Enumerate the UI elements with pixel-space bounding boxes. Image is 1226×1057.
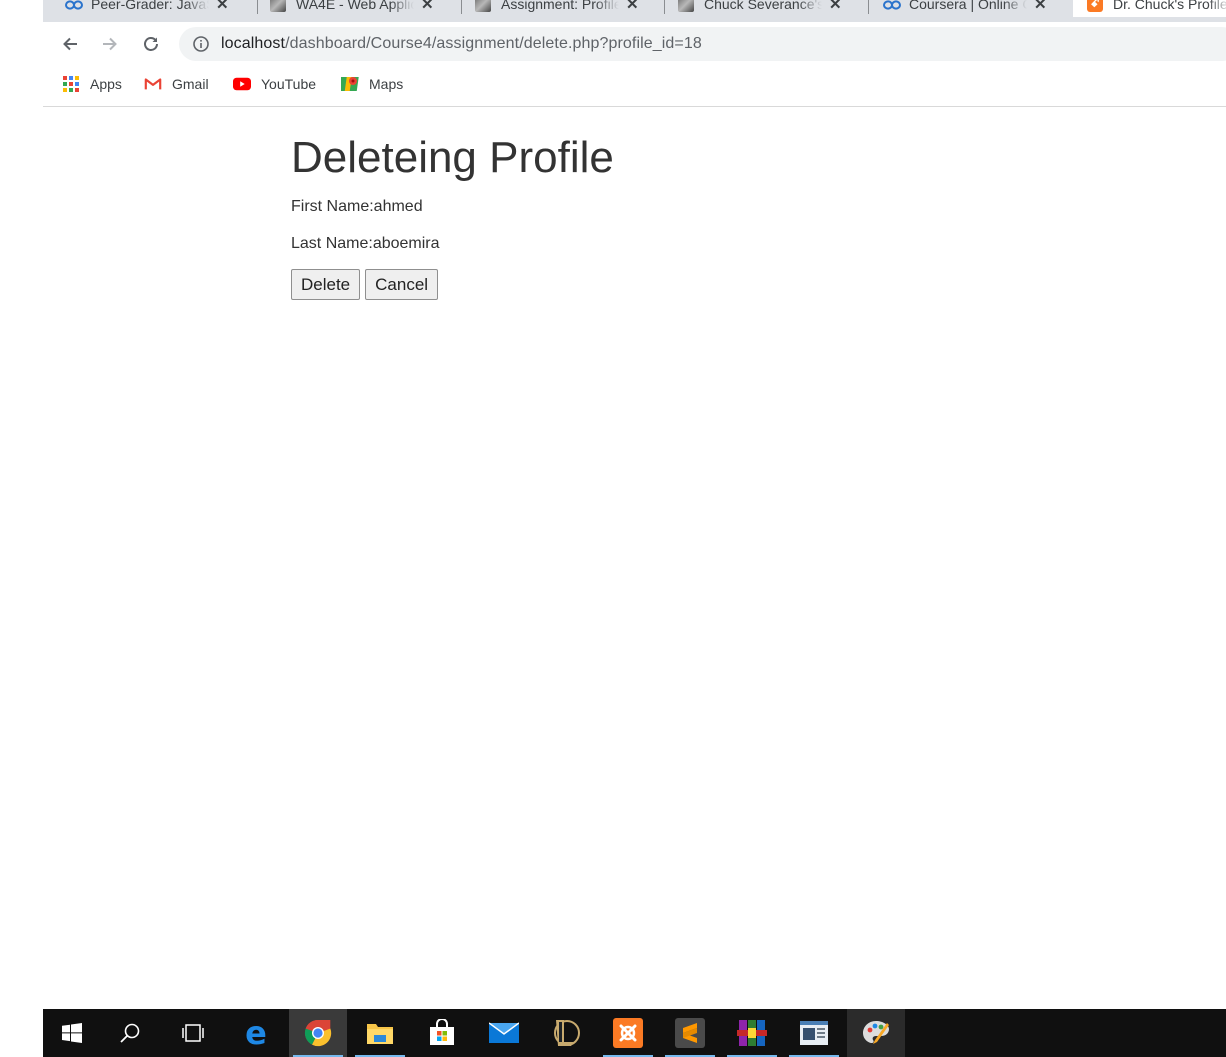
tab-chuck-severance[interactable]: Chuck Severance's ✕ xyxy=(678,0,842,17)
forward-button[interactable] xyxy=(96,30,124,58)
task-view-icon[interactable] xyxy=(164,1009,222,1057)
toolbar: localhost/dashboard/Course4/assignment/d… xyxy=(43,22,1226,66)
forward-arrow-icon xyxy=(103,37,117,51)
left-margin xyxy=(0,0,43,1057)
url-host: localhost xyxy=(221,35,286,52)
notepad-window-icon[interactable] xyxy=(785,1009,843,1057)
browser-chrome: Peer-Grader: JavaScript ✕ WA4E - Web App… xyxy=(43,0,1226,107)
tab-coursera[interactable]: Coursera | Online Courses ✕ xyxy=(883,0,1047,17)
coursera-icon xyxy=(883,0,901,12)
reload-button[interactable] xyxy=(137,30,165,58)
tab-title: Chuck Severance's xyxy=(704,0,822,12)
apps-grid-icon xyxy=(62,75,80,93)
search-icon[interactable] xyxy=(101,1009,159,1057)
youtube-icon xyxy=(233,75,251,93)
form-buttons: Delete Cancel xyxy=(291,269,614,300)
tab-title: Coursera | Online Courses xyxy=(909,0,1027,12)
bookmark-youtube[interactable]: YouTube xyxy=(233,75,316,93)
store-icon[interactable] xyxy=(413,1009,471,1057)
tab-strip: Peer-Grader: JavaScript ✕ WA4E - Web App… xyxy=(43,0,1226,22)
paint-icon[interactable] xyxy=(847,1009,905,1057)
screen: Peer-Grader: JavaScript ✕ WA4E - Web App… xyxy=(0,0,1226,1057)
tab-separator xyxy=(868,0,869,14)
xampp-icon: ꗃ xyxy=(1087,0,1103,12)
mail-icon[interactable] xyxy=(475,1009,533,1057)
close-icon[interactable]: ✕ xyxy=(1034,0,1047,13)
tab-wa4e[interactable]: WA4E - Web Applications ✕ xyxy=(270,0,434,17)
last-name-line: Last Name:aboemira xyxy=(291,235,440,252)
delete-button[interactable]: Delete xyxy=(291,269,361,300)
page-title: Deleteing Profile xyxy=(291,133,614,182)
bookmark-label: Gmail xyxy=(172,76,209,92)
coursera-icon xyxy=(65,0,83,12)
league-of-legends-icon[interactable] xyxy=(537,1009,595,1057)
taskbar: e xyxy=(43,1009,1226,1057)
url-path: /dashboard/Course4/assignment/delete.php… xyxy=(285,35,702,52)
tab-separator xyxy=(664,0,665,14)
page-content: Deleteing Profile First Name:ahmed Last … xyxy=(291,133,614,300)
photo-icon xyxy=(475,0,491,12)
info-icon[interactable] xyxy=(193,36,209,57)
cancel-button[interactable]: Cancel xyxy=(365,269,439,300)
reload-icon xyxy=(144,37,158,51)
first-name-line: First Name:ahmed xyxy=(291,198,423,215)
url-text[interactable]: localhost/dashboard/Course4/assignment/d… xyxy=(221,35,702,53)
close-icon[interactable]: ✕ xyxy=(829,0,842,13)
bookmark-label: Maps xyxy=(369,76,404,92)
bookmark-gmail[interactable]: Gmail xyxy=(144,75,209,93)
bookmark-label: Apps xyxy=(90,76,122,92)
tab-separator xyxy=(461,0,462,14)
tab-dr-chuck-profile[interactable]: ꗃ Dr. Chuck's Profile xyxy=(1073,0,1226,17)
file-explorer-icon[interactable] xyxy=(351,1009,409,1057)
photo-icon xyxy=(270,0,286,12)
photo-icon xyxy=(678,0,694,12)
tab-title: Assignment: Profile xyxy=(501,0,619,12)
edge-icon[interactable]: e xyxy=(227,1009,285,1057)
xampp-icon[interactable] xyxy=(599,1009,657,1057)
tab-separator xyxy=(257,0,258,14)
maps-icon xyxy=(341,75,359,93)
tab-title: WA4E - Web Applications xyxy=(296,0,414,12)
tab-title: Peer-Grader: JavaScript xyxy=(91,0,209,12)
address-bar[interactable]: localhost/dashboard/Course4/assignment/d… xyxy=(179,27,1226,61)
winrar-icon[interactable] xyxy=(723,1009,781,1057)
close-icon[interactable]: ✕ xyxy=(626,0,639,13)
tab-assignment[interactable]: Assignment: Profile ✕ xyxy=(475,0,639,17)
gmail-icon xyxy=(144,75,162,93)
back-button[interactable] xyxy=(56,30,84,58)
close-icon[interactable]: ✕ xyxy=(421,0,434,13)
bookmarks-bar: Apps Gmail YouTube Maps xyxy=(43,66,1226,104)
chrome-icon[interactable] xyxy=(289,1009,347,1057)
windows-start-icon[interactable] xyxy=(43,1009,101,1057)
bookmark-apps[interactable]: Apps xyxy=(62,75,122,93)
tab-peer-grader[interactable]: Peer-Grader: JavaScript ✕ xyxy=(65,0,229,17)
tab-title: Dr. Chuck's Profile xyxy=(1113,0,1226,12)
bookmark-maps[interactable]: Maps xyxy=(341,75,403,93)
close-icon[interactable]: ✕ xyxy=(216,0,229,13)
sublime-text-icon[interactable] xyxy=(661,1009,719,1057)
bookmark-label: YouTube xyxy=(261,76,317,92)
back-arrow-icon xyxy=(63,37,77,51)
